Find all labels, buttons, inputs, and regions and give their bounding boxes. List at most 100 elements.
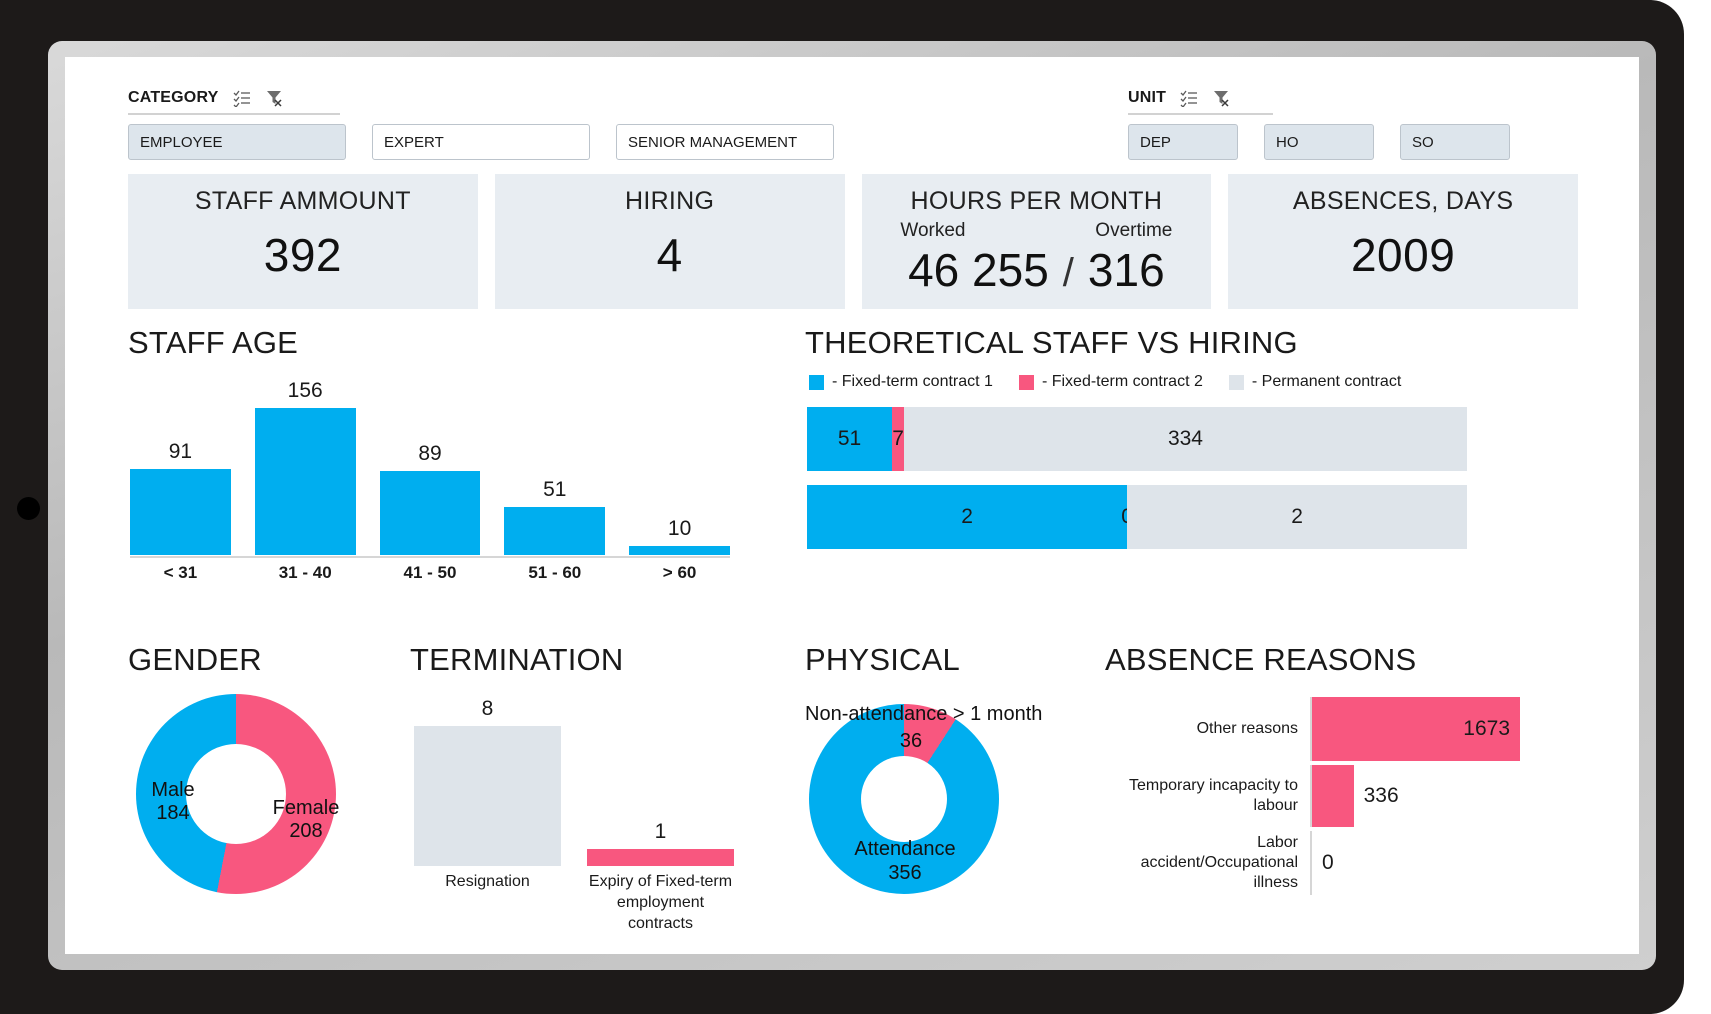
physical-non-attendance-label: Non-attendance > 1 month bbox=[805, 703, 1043, 725]
bar-group[interactable]: 10 bbox=[629, 375, 730, 555]
slicer-option-senior-management[interactable]: SENIOR MANAGEMENT bbox=[616, 124, 834, 160]
slice-value: 208 bbox=[289, 820, 323, 842]
slicer-category: CATEGORY EMPLOYEE EXPERT SENIOR MANAGEME… bbox=[128, 87, 834, 160]
chart-title-absence-reasons: ABSENCE REASONS bbox=[1105, 642, 1417, 677]
bar-value-label: 8 bbox=[481, 697, 494, 720]
staff-age-bars: 91 156 89 51 10 bbox=[130, 375, 730, 555]
bar-value-label: 1673 bbox=[1463, 717, 1510, 740]
slicer-unit-title: UNIT bbox=[1128, 89, 1167, 106]
bar-group[interactable]: 91 bbox=[130, 375, 231, 555]
bar-row[interactable]: Temporary incapacity to labour 336 bbox=[1105, 765, 1520, 827]
chart-panel-physical: PHYSICAL Non-attendance > 1 month 36 Att… bbox=[805, 642, 1105, 932]
bar[interactable] bbox=[379, 471, 481, 555]
bar-group[interactable]: 8 bbox=[414, 696, 561, 866]
bar[interactable] bbox=[130, 469, 231, 555]
chart-title-theoretical-staff: THEORETICAL STAFF VS HIRING bbox=[805, 325, 1298, 360]
bar[interactable] bbox=[587, 849, 734, 866]
bar[interactable] bbox=[1312, 765, 1354, 827]
kpi-card-row: STAFF AMMOUNT 392 HIRING 4 HOURS PER MON… bbox=[128, 174, 1578, 309]
legend-item: - Fixed-term contract 1 bbox=[809, 373, 993, 391]
chart-title-staff-age: STAFF AGE bbox=[128, 325, 299, 360]
legend-label: - Permanent contract bbox=[1251, 373, 1402, 390]
slice-name: Female bbox=[272, 797, 340, 819]
bar-value-label: 10 bbox=[667, 517, 692, 540]
bar[interactable] bbox=[629, 546, 730, 555]
bar-value-label: 91 bbox=[168, 440, 193, 463]
slice-name: Attendance bbox=[854, 838, 956, 860]
stack-segment-fixed-term-1[interactable]: 2 bbox=[807, 485, 1128, 549]
bar[interactable] bbox=[504, 507, 606, 555]
legend-item: - Fixed-term contract 2 bbox=[1018, 373, 1203, 391]
bar-row[interactable]: Labor accident/Occupational illness 0 bbox=[1105, 831, 1520, 895]
kpi-card-staff-amount: STAFF AMMOUNT 392 bbox=[128, 174, 478, 309]
legend-swatch-icon bbox=[1018, 374, 1034, 390]
bar-value-label: 0 bbox=[1322, 851, 1334, 874]
chart-panel-absence-reasons: ABSENCE REASONS Other reasons 1673 Tempo… bbox=[1105, 642, 1525, 942]
chart-title-gender: GENDER bbox=[128, 642, 262, 677]
chart-title-physical: PHYSICAL bbox=[805, 642, 960, 677]
slicer-unit-options: DEP HO SO bbox=[1128, 124, 1510, 160]
stack-segment-fixed-term-2[interactable]: 7 bbox=[892, 407, 904, 471]
physical-non-attendance-value: 36 bbox=[899, 730, 923, 752]
legend-swatch-icon bbox=[1228, 374, 1244, 390]
legend-swatch-icon bbox=[809, 374, 824, 390]
y-tick-label: Labor accident/Occupational illness bbox=[1140, 834, 1298, 891]
x-tick-label: < 31 bbox=[163, 563, 198, 582]
bar-value-label: 51 bbox=[543, 478, 567, 501]
kpi-value: 4 bbox=[656, 229, 683, 281]
bar-group[interactable]: 89 bbox=[379, 375, 481, 555]
stack-segment-permanent[interactable]: 334 bbox=[904, 407, 1467, 471]
bar-row[interactable]: Other reasons 1673 bbox=[1105, 697, 1520, 761]
clear-filter-icon[interactable] bbox=[1212, 89, 1230, 107]
kpi-title: ABSENCES, DAYS bbox=[1292, 187, 1514, 215]
kpi-value: 392 bbox=[263, 229, 342, 281]
kpi-card-hours-per-month: HOURS PER MONTH Worked Overtime 46 255 /… bbox=[861, 174, 1212, 309]
slicer-option-so[interactable]: SO bbox=[1400, 124, 1510, 160]
slicer-category-options: EMPLOYEE EXPERT SENIOR MANAGEMENT bbox=[128, 124, 834, 160]
bar-track: 1673 bbox=[1310, 697, 1520, 761]
stacked-bar-row[interactable]: 2 0 2 bbox=[807, 485, 1467, 549]
donut-hole bbox=[861, 756, 947, 842]
clear-filter-icon[interactable] bbox=[265, 89, 283, 107]
slicer-category-divider bbox=[128, 113, 340, 115]
staff-age-x-tick-labels: < 31 31 - 40 41 - 50 51 - 60 > 60 bbox=[130, 563, 730, 583]
kpi-card-hiring: HIRING 4 bbox=[494, 174, 845, 309]
kpi-value-overtime: 316 bbox=[1087, 244, 1165, 296]
termination-bars: 8 1 bbox=[414, 696, 734, 866]
kpi-value-separator: / bbox=[1062, 251, 1074, 295]
slicer-option-dep[interactable]: DEP bbox=[1128, 124, 1238, 160]
kpi-title: HIRING bbox=[624, 187, 715, 215]
x-tick-label: > 60 bbox=[662, 563, 697, 582]
slice-value: 184 bbox=[156, 802, 190, 824]
bar-value-label: 336 bbox=[1363, 784, 1399, 807]
kpi-title: STAFF AMMOUNT bbox=[194, 187, 411, 215]
kpi-dual-value: 46 255 / 316 bbox=[908, 243, 1165, 297]
bar-group[interactable]: 51 bbox=[504, 375, 606, 555]
slicer-option-employee[interactable]: EMPLOYEE bbox=[128, 124, 346, 160]
multi-select-icon[interactable] bbox=[1180, 89, 1198, 107]
y-tick-label: Temporary incapacity to labour bbox=[1129, 777, 1298, 814]
chart-panel-theoretical-staff-vs-hiring: THEORETICAL STAFF VS HIRING - Fixed-term… bbox=[805, 325, 1517, 610]
slicer-option-ho[interactable]: HO bbox=[1264, 124, 1374, 160]
bar-group[interactable]: 156 bbox=[254, 375, 356, 555]
slicer-option-expert[interactable]: EXPERT bbox=[372, 124, 590, 160]
bar-value-label: 89 bbox=[418, 442, 442, 465]
stack-segment-permanent[interactable]: 2 bbox=[1127, 485, 1467, 549]
bar-value-label: 1 bbox=[654, 820, 667, 843]
gender-male-slice-label: Male 184 bbox=[134, 779, 212, 825]
stacked-bar-row[interactable]: 51 7 334 bbox=[807, 407, 1467, 471]
bar[interactable]: 1673 bbox=[1312, 697, 1520, 761]
bar[interactable] bbox=[414, 726, 561, 866]
kpi-sublabel-overtime: Overtime bbox=[1095, 220, 1173, 241]
multi-select-icon[interactable] bbox=[233, 89, 251, 107]
bar-group[interactable]: 1 bbox=[587, 696, 734, 866]
stack-segment-fixed-term-1[interactable]: 51 bbox=[807, 407, 893, 471]
chart-legend-theoretical-staff: - Fixed-term contract 1 - Fixed-term con… bbox=[809, 373, 1401, 391]
legend-label: - Fixed-term contract 1 bbox=[832, 373, 993, 390]
kpi-title: HOURS PER MONTH bbox=[910, 187, 1163, 215]
x-tick-label: 41 - 50 bbox=[403, 563, 457, 582]
slicer-category-header: CATEGORY bbox=[128, 87, 834, 109]
camera-icon bbox=[17, 497, 40, 520]
x-tick-label: Resignation bbox=[445, 873, 530, 890]
bar[interactable] bbox=[254, 408, 356, 555]
